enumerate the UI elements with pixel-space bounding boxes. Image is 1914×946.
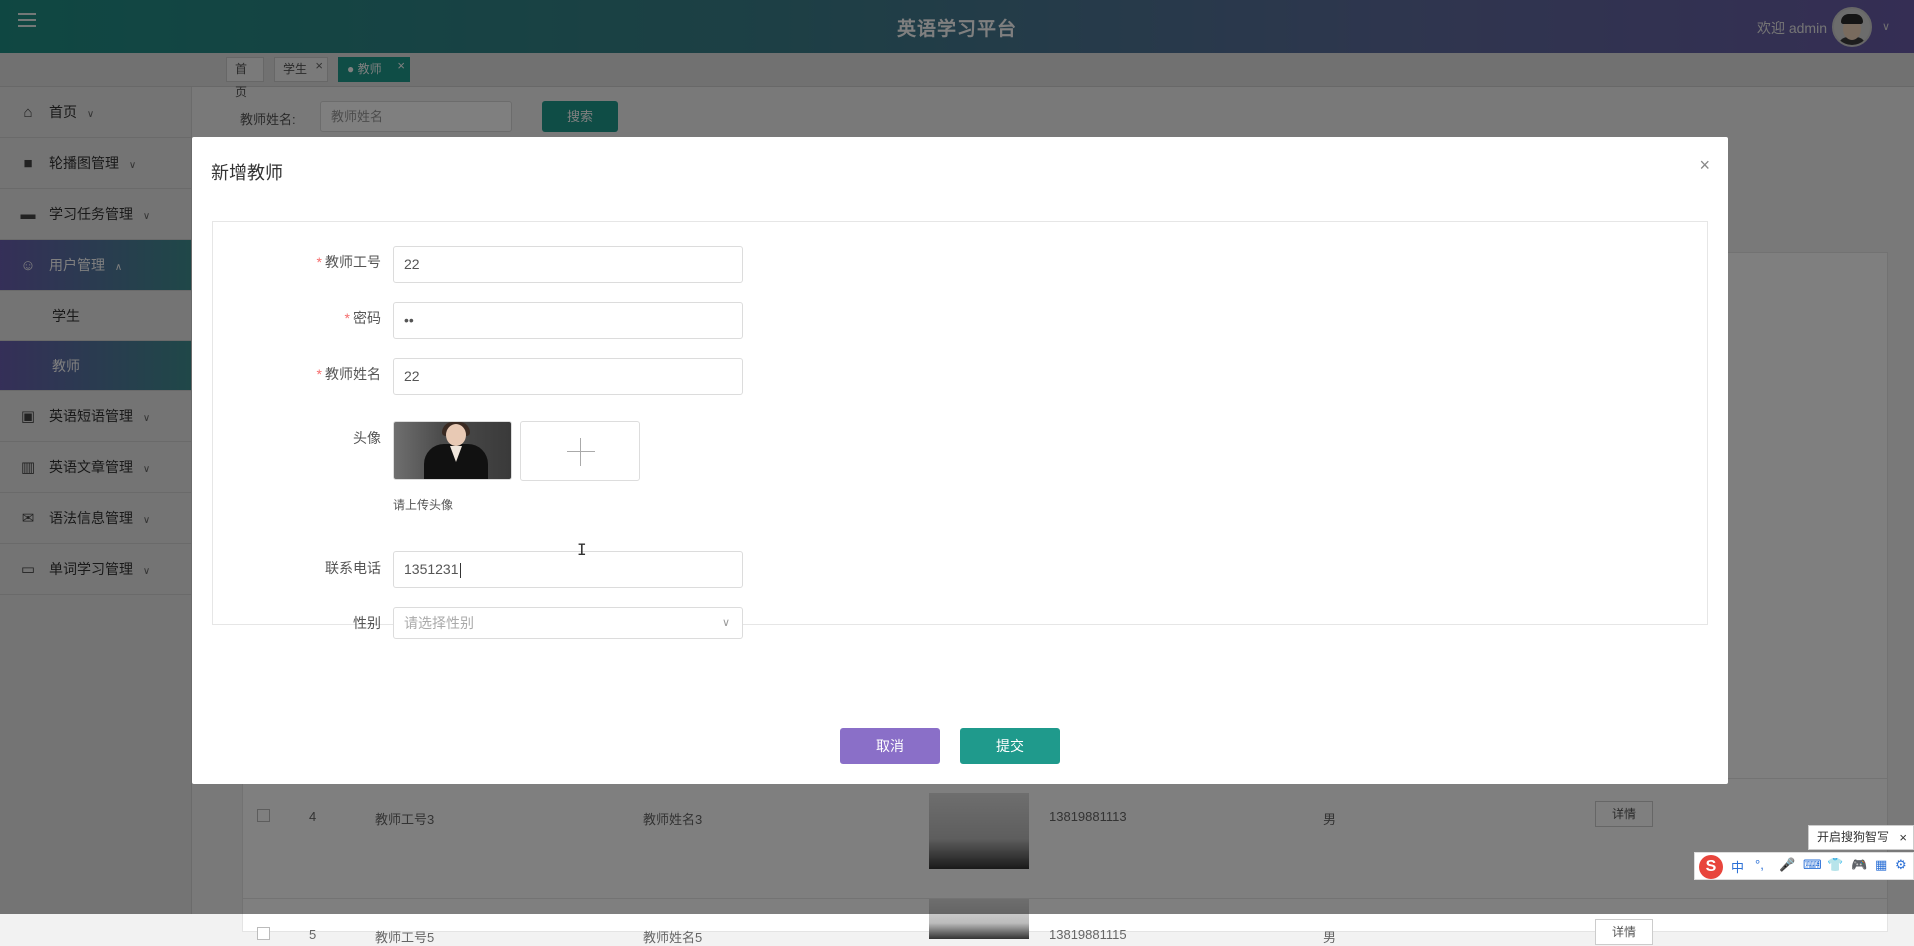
phone-label: 联系电话 [325,560,381,576]
sogou-logo-icon[interactable]: S [1699,855,1723,879]
keyboard-icon[interactable]: ⌨ [1803,857,1822,873]
phone-input[interactable]: 1351231 [393,551,743,588]
required-mark: * [344,310,350,326]
required-mark: * [316,254,322,270]
password-label: * 密码 [344,310,381,326]
gamepad-icon[interactable]: 🎮 [1851,857,1867,873]
row-detail-button[interactable]: 详情 [1595,919,1653,945]
chevron-down-icon: ∨ [721,617,730,629]
submit-button[interactable]: 提交 [960,728,1060,764]
row-teacher-name: 教师姓名5 [643,930,703,945]
close-icon[interactable]: × [1899,826,1907,849]
ime-tip-text: 开启搜狗智写 [1817,830,1890,844]
mic-icon[interactable]: 🎤 [1779,857,1795,873]
ime-toolbar: S 中 °, 🎤 ⌨ 👕 🎮 ▦ ⚙ [1694,852,1914,880]
text-caret [459,562,461,578]
grid-icon[interactable]: ▦ [1875,857,1887,873]
dialog-title: 新增教师 [211,163,283,183]
gender-select[interactable]: 请选择性别 ∨ [393,607,743,639]
close-icon[interactable]: × [1699,155,1710,176]
teacher-form: * 教师工号 22 * 密码 •• * 教师姓名 22 头像 请上传头像 联系电话 1… [212,221,1708,639]
teacher-id-label: * 教师工号 [316,254,381,270]
cancel-button[interactable]: 取消 [840,728,940,764]
text-cursor-icon: I [577,540,587,559]
teacher-name-input[interactable]: 22 [393,358,743,395]
gender-label: 性别 [353,615,381,631]
row-phone: 13819881115 [1049,927,1127,942]
phone-value: 1351231 [404,561,459,577]
avatar-preview-image[interactable] [393,421,512,480]
row-teacher-id: 教师工号5 [375,930,435,945]
avatar-hint: 请上传头像 [393,498,454,512]
teacher-id-input[interactable]: 22 [393,246,743,283]
row-index: 5 [309,927,317,942]
password-input[interactable]: •• [393,302,743,339]
settings-icon[interactable]: ⚙ [1895,857,1907,873]
row-checkbox[interactable] [257,927,270,940]
gender-placeholder: 请选择性别 [404,615,474,631]
ime-punctuation-toggle[interactable]: °, [1755,857,1764,872]
row-gender: 男 [1323,930,1337,945]
skin-icon[interactable]: 👕 [1827,857,1843,873]
add-teacher-dialog: 新增教师 × * 教师工号 22 * 密码 •• * 教师姓名 22 头像 请上传头像… [192,137,1728,784]
required-mark: * [316,366,322,382]
teacher-name-label: * 教师姓名 [316,366,381,382]
upload-avatar-button[interactable] [520,421,640,481]
ime-smart-write-tip[interactable]: 开启搜狗智写 × [1808,825,1914,850]
plus-icon [567,451,595,452]
ime-mode-toggle[interactable]: 中 [1731,857,1744,876]
avatar-label: 头像 [353,430,381,446]
